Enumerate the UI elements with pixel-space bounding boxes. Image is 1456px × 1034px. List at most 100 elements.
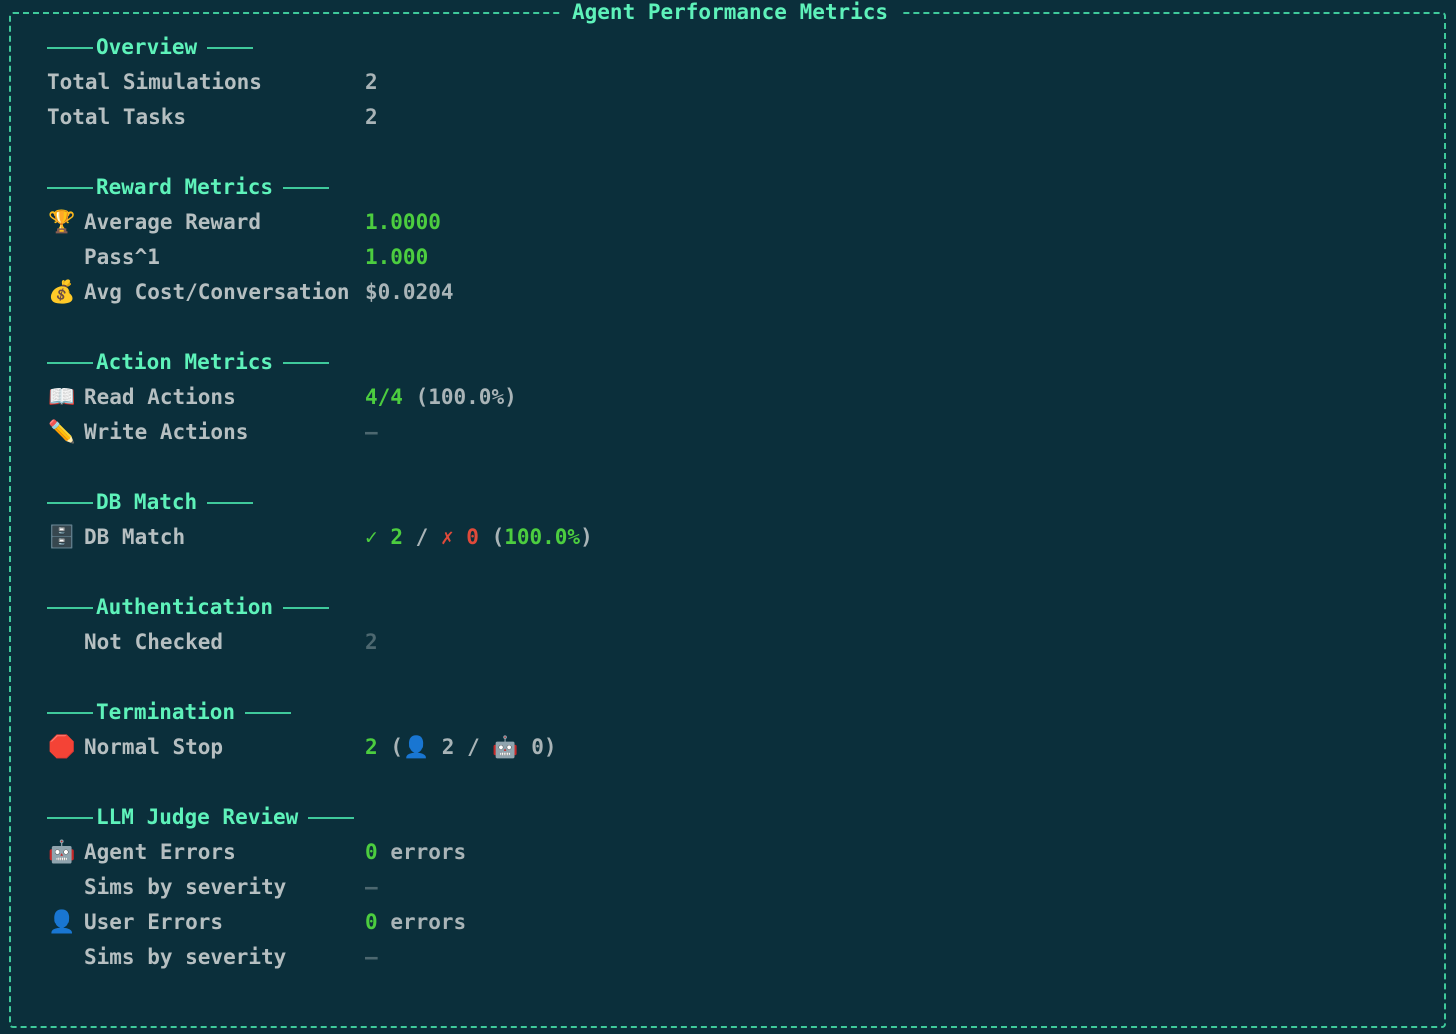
header-rule-left [47, 46, 93, 49]
row-agent-sims-by-severity: Sims by severity – [47, 870, 1436, 905]
read-actions-percent: (100.0%) [415, 385, 517, 409]
user-errors-label: User Errors [84, 910, 224, 934]
db-match-percent: 100.0% [504, 525, 581, 549]
normal-stop-value-group: 2 (👤 2 / 🤖 0) [365, 730, 557, 765]
agent-errors-count: 0 [365, 840, 378, 864]
row-normal-stop: 🛑 Normal Stop 2 (👤 2 / 🤖 0) [47, 730, 1436, 765]
user-errors-count: 0 [365, 910, 378, 934]
user-icon: 👤 [48, 910, 76, 935]
normal-stop-paren-close: ) [543, 735, 557, 759]
normal-stop-paren-open: ( [390, 735, 403, 759]
header-rule-right [207, 501, 254, 504]
section-title-action: Action Metrics [96, 350, 274, 374]
header-rule-right [283, 361, 330, 364]
section-title-termination: Termination [96, 700, 236, 724]
section-header-reward: Reward Metrics [47, 170, 1436, 205]
average-reward-label: Average Reward [84, 210, 262, 234]
write-actions-label: Write Actions [84, 420, 249, 444]
header-rule-left [47, 501, 93, 504]
robot-icon: 🤖 [492, 735, 519, 759]
normal-stop-label: Normal Stop [84, 735, 224, 759]
panel-title: Agent Performance Metrics [560, 0, 901, 24]
pencil-icon: ✏️ [48, 420, 76, 445]
header-rule-left [47, 186, 93, 189]
db-match-pass-count: 2 [390, 525, 403, 549]
row-read-actions: 📖 Read Actions 4/4 (100.0%) [47, 380, 1436, 415]
header-rule-left [47, 816, 93, 819]
row-pass-1: Pass^1 1.000 [47, 240, 1436, 275]
row-db-match: 🗄️ DB Match ✓ 2 / ✗ 0 (100.0%) [47, 520, 1436, 555]
file-cabinet-icon: 🗄️ [48, 525, 76, 550]
normal-stop-separator: / [467, 735, 480, 759]
db-match-value-group: ✓ 2 / ✗ 0 (100.0%) [365, 520, 593, 555]
header-rule-right [207, 46, 254, 49]
pass-1-value: 1.000 [365, 245, 429, 269]
user-errors-value-group: 0 errors [365, 905, 466, 940]
agent-errors-unit: errors [390, 840, 467, 864]
section-title-overview: Overview [96, 35, 198, 59]
user-sims-by-severity-label: Sims by severity [84, 945, 287, 969]
user-errors-unit: errors [390, 910, 467, 934]
header-rule-left [47, 711, 93, 714]
section-title-llm-judge: LLM Judge Review [96, 805, 299, 829]
section-header-authentication: Authentication [47, 590, 1436, 625]
write-actions-value: – [365, 420, 378, 444]
section-title-reward: Reward Metrics [96, 175, 274, 199]
check-mark-icon: ✓ [365, 525, 378, 549]
row-agent-errors: 🤖 Agent Errors 0 errors [47, 835, 1436, 870]
normal-stop-agent-count: 0 [531, 735, 544, 759]
normal-stop-user-count: 2 [441, 735, 455, 759]
total-simulations-label: Total Simulations [47, 70, 262, 94]
read-actions-value-group: 4/4 (100.0%) [365, 380, 517, 415]
user-sims-by-severity-value: – [365, 945, 378, 969]
normal-stop-count: 2 [365, 735, 378, 759]
avg-cost-label: Avg Cost/Conversation [84, 280, 350, 304]
book-icon: 📖 [48, 385, 76, 410]
row-write-actions: ✏️ Write Actions – [47, 415, 1436, 450]
average-reward-value: 1.0000 [365, 210, 441, 234]
not-checked-value: 2 [365, 630, 378, 654]
db-match-fail-count: 0 [466, 525, 479, 549]
header-rule-right [245, 711, 292, 714]
total-tasks-value: 2 [365, 105, 378, 129]
section-header-action: Action Metrics [47, 345, 1436, 380]
row-average-reward: 🏆 Average Reward 1.0000 [47, 205, 1436, 240]
money-bag-icon: 💰 [48, 280, 76, 305]
user-icon: 👤 [402, 735, 430, 759]
total-simulations-value: 2 [365, 70, 378, 94]
row-user-sims-by-severity: Sims by severity – [47, 940, 1436, 975]
read-actions-label: Read Actions [84, 385, 236, 409]
header-rule-right [283, 606, 330, 609]
avg-cost-value: $0.0204 [365, 280, 454, 304]
row-total-tasks: Total Tasks 2 [47, 100, 1436, 135]
trophy-icon: 🏆 [48, 210, 76, 235]
header-rule-right [283, 186, 330, 189]
read-actions-value: 4/4 [365, 385, 403, 409]
agent-errors-value-group: 0 errors [365, 835, 466, 870]
row-user-errors: 👤 User Errors 0 errors [47, 905, 1436, 940]
agent-sims-by-severity-value: – [365, 875, 378, 899]
total-tasks-label: Total Tasks [47, 105, 187, 129]
pass-1-label: Pass^1 [84, 245, 160, 269]
db-match-paren-open: ( [491, 525, 505, 549]
row-avg-cost: 💰 Avg Cost/Conversation $0.0204 [47, 275, 1436, 310]
section-header-db-match: DB Match [47, 485, 1436, 520]
db-match-paren-close: ) [580, 525, 593, 549]
not-checked-label: Not Checked [84, 630, 224, 654]
agent-sims-by-severity-label: Sims by severity [84, 875, 287, 899]
row-total-simulations: Total Simulations 2 [47, 65, 1436, 100]
agent-errors-label: Agent Errors [84, 840, 236, 864]
metrics-content: Overview Total Simulations 2 Total Tasks… [47, 30, 1436, 975]
db-match-label: DB Match [84, 525, 186, 549]
stop-sign-icon: 🛑 [48, 735, 76, 760]
section-header-overview: Overview [47, 30, 1436, 65]
row-not-checked: Not Checked 2 [47, 625, 1436, 660]
header-rule-left [47, 606, 93, 609]
header-rule-right [308, 816, 355, 819]
header-rule-left [47, 361, 93, 364]
section-title-authentication: Authentication [96, 595, 274, 619]
section-header-llm-judge: LLM Judge Review [47, 800, 1436, 835]
robot-icon: 🤖 [48, 840, 76, 865]
cross-mark-icon: ✗ [440, 525, 454, 549]
section-title-db-match: DB Match [96, 490, 198, 514]
